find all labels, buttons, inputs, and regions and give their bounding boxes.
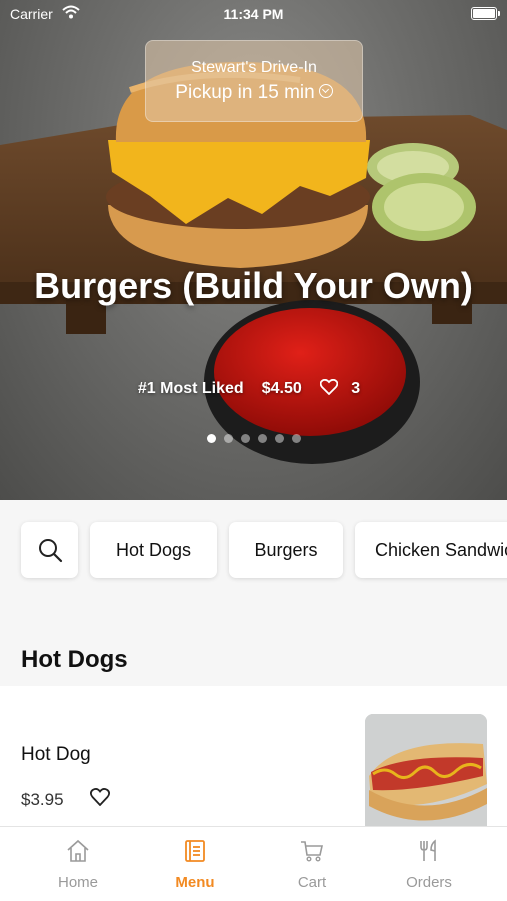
home-icon [67,839,89,862]
menu-item-card[interactable]: Hot Dog $3.95 [0,686,507,836]
chevron-down-icon [318,83,333,98]
tab-cart-label: Cart [297,874,327,891]
featured-rank: #1 Most Liked [137,380,244,397]
tab-menu-label: Menu [175,874,215,891]
tab-home-label: Home [57,874,98,891]
status-bar: Carrier 11:34 PM [0,0,507,28]
store-name: Stewart's Drive-In [191,59,317,76]
pickup-label: Pickup in 15 min [175,82,315,103]
menu-item-name: Hot Dog [21,744,91,765]
page-dot[interactable] [206,434,216,443]
search-icon [39,539,63,563]
fork-knife-icon [420,839,436,861]
menu-item-photo [365,714,487,836]
tab-orders-label: Orders [406,874,452,891]
category-chip-hot-dogs[interactable]: Hot Dogs [90,522,217,578]
search-button[interactable] [21,522,78,578]
tab-menu[interactable]: Menu [132,827,258,901]
tab-cart[interactable]: Cart [249,827,375,901]
category-chip-burgers[interactable]: Burgers [229,522,343,578]
featured-item-title: Burgers (Build Your Own) [34,265,473,306]
likes-count: 3 [351,380,361,397]
page-dot[interactable] [257,434,267,443]
featured-likes: 3 [319,378,369,397]
page-dot[interactable] [240,434,250,443]
cart-icon [301,841,323,862]
hero-banner[interactable]: Carrier 11:34 PM Stewart's Drive-In Pick… [0,0,507,500]
heart-icon [319,378,338,395]
battery-icon [471,7,500,20]
tab-orders[interactable]: Orders [366,827,492,901]
featured-price: $4.50 [261,380,302,397]
page-dot[interactable] [291,434,301,443]
menu-item-price: $3.95 [21,790,64,809]
category-chip-chicken-sandwiches[interactable]: Chicken Sandwiches [355,522,507,578]
tab-bar: Home Menu Cart Orders [0,826,507,901]
carousel-pagination[interactable] [0,430,507,448]
clock: 11:34 PM [223,6,284,22]
pickup-time: Pickup in 15 min [146,82,362,104]
menu-icon [185,840,205,862]
store-pickup-selector[interactable]: Stewart's Drive-In Pickup in 15 min [145,40,363,122]
category-chips[interactable]: Hot Dogs Burgers Chicken Sandwiches [0,500,507,610]
page-dot[interactable] [223,434,233,443]
tab-home[interactable]: Home [15,827,141,901]
section-title: Hot Dogs [21,646,128,673]
featured-item-meta: #1 Most Liked $4.50 3 [0,378,507,398]
page-dot[interactable] [274,434,284,443]
heart-icon[interactable] [90,788,110,806]
